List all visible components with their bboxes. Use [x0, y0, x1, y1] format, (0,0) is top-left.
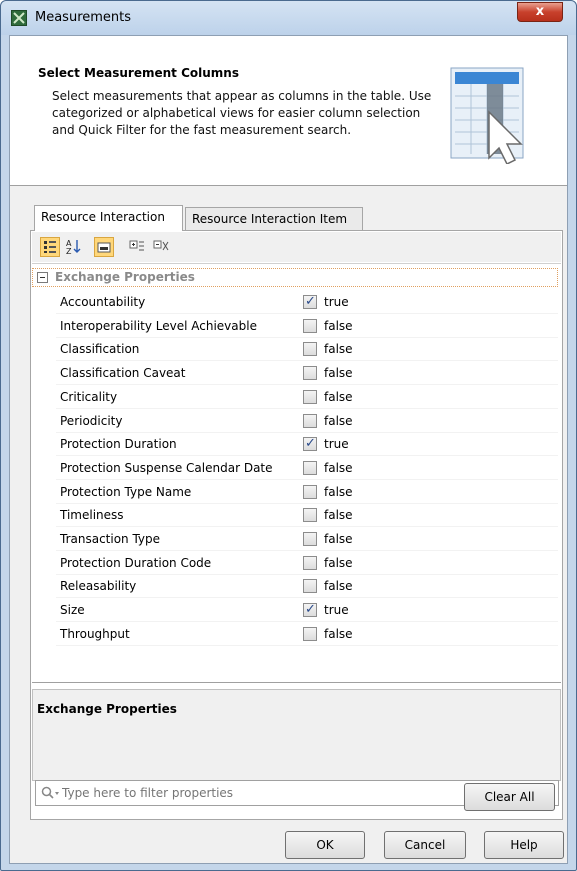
property-name: Periodicity [60, 413, 123, 428]
property-row[interactable]: Transaction Type false [56, 528, 558, 551]
header-description: Select measurements that appear as colum… [52, 89, 432, 137]
property-name: Throughput [60, 626, 130, 641]
alphabetical-sort-icon[interactable]: AZ [64, 237, 84, 257]
property-checkbox[interactable] [303, 508, 317, 523]
property-name: Size [60, 603, 85, 618]
group-label: Exchange Properties [55, 270, 195, 284]
window-title: Measurements [35, 10, 132, 25]
property-row[interactable]: Timeliness false [56, 504, 558, 528]
search-icon[interactable] [41, 786, 61, 800]
property-name: Releasability [60, 579, 137, 594]
toolbar: AZ [32, 232, 561, 262]
close-button[interactable]: x [517, 2, 563, 22]
property-checkbox[interactable] [303, 413, 317, 428]
title-bar[interactable]: Measurements x [1, 1, 576, 35]
property-checkbox[interactable] [303, 460, 317, 475]
property-checkbox[interactable] [303, 366, 317, 381]
property-checkbox[interactable] [303, 342, 317, 357]
dialog-header: Select Measurement Columns Select measur… [10, 36, 567, 186]
property-value: false [324, 484, 353, 499]
property-grid: Exchange Properties Accountability ✓ true I… [32, 263, 561, 683]
property-value: false [324, 318, 353, 333]
property-row[interactable]: Size ✓ true [56, 599, 558, 623]
property-row[interactable]: Protection Suspense Calendar Date false [56, 457, 558, 480]
property-row[interactable]: Classification Caveat false [56, 362, 558, 386]
property-value: false [324, 460, 353, 475]
tab-resource-interaction-item[interactable]: Resource Interaction Item [185, 207, 363, 231]
property-checkbox[interactable] [303, 318, 317, 333]
property-checkbox[interactable] [303, 555, 317, 570]
property-row[interactable]: Classification false [56, 338, 558, 362]
property-value: true [324, 437, 349, 452]
property-row[interactable]: Periodicity false [56, 410, 558, 433]
help-button[interactable]: Help [484, 831, 564, 859]
property-checkbox[interactable] [303, 579, 317, 594]
property-row[interactable]: Accountability ✓ true [56, 291, 558, 314]
property-checkbox[interactable] [303, 484, 317, 499]
tab-panel: AZ Exchange Properties Accountability ✓ tr… [30, 230, 563, 820]
property-value: false [324, 508, 353, 523]
property-name: Classification Caveat [60, 366, 186, 381]
show-description-icon[interactable] [94, 237, 114, 257]
property-checkbox[interactable]: ✓ [303, 436, 317, 452]
property-value: false [324, 413, 353, 428]
property-value: true [324, 603, 349, 618]
property-row[interactable]: Protection Duration ✓ true [56, 433, 558, 457]
property-value: false [324, 342, 353, 357]
checkmark-icon: ✓ [305, 294, 316, 309]
property-row[interactable]: Throughput false [56, 623, 558, 646]
group-exchange-properties[interactable]: Exchange Properties [32, 268, 558, 287]
property-name: Classification [60, 342, 140, 357]
property-name: Protection Type Name [60, 484, 192, 499]
dialog-client-area: Select Measurement Columns Select measur… [9, 35, 568, 864]
app-icon [11, 10, 27, 26]
ok-button[interactable]: OK [285, 831, 365, 859]
property-name: Accountability [60, 295, 146, 309]
property-checkbox[interactable] [303, 626, 317, 641]
property-checkbox[interactable]: ✓ [303, 602, 317, 618]
property-value: false [324, 555, 353, 570]
collapse-toggle-icon[interactable] [37, 272, 48, 283]
property-value: false [324, 579, 353, 594]
property-value: false [324, 532, 353, 546]
collapse-all-icon[interactable] [152, 237, 172, 257]
property-value: false [324, 626, 353, 641]
property-checkbox[interactable] [303, 532, 317, 546]
property-value: false [324, 389, 353, 404]
property-value: true [324, 295, 349, 309]
clear-all-button[interactable]: Clear All [464, 783, 555, 811]
cancel-button[interactable]: Cancel [384, 831, 466, 859]
measurements-dialog: Measurements x Select Measurement Column… [0, 0, 577, 871]
property-checkbox[interactable] [303, 389, 317, 404]
property-name: Protection Duration Code [60, 555, 212, 570]
property-value: false [324, 366, 353, 381]
property-row[interactable]: Criticality false [56, 386, 558, 409]
property-row[interactable]: Protection Duration Code false [56, 552, 558, 575]
checkmark-icon: ✓ [305, 602, 316, 618]
property-row[interactable]: Interoperability Level Achievable false [56, 315, 558, 338]
property-name: Criticality [60, 389, 118, 404]
close-icon: x [535, 4, 545, 19]
property-name: Interoperability Level Achievable [60, 318, 257, 333]
svg-text:Z: Z [66, 247, 72, 255]
property-row[interactable]: Releasability false [56, 575, 558, 599]
description-title: Exchange Properties [37, 702, 177, 716]
description-panel: Exchange Properties [32, 689, 561, 781]
expand-all-icon[interactable] [128, 237, 148, 257]
property-name: Transaction Type [60, 532, 161, 546]
property-name: Timeliness [60, 508, 124, 523]
property-row[interactable]: Protection Type Name false [56, 481, 558, 504]
header-title: Select Measurement Columns [38, 66, 239, 80]
tab-resource-interaction[interactable]: Resource Interaction [34, 205, 183, 231]
property-checkbox[interactable]: ✓ [303, 294, 317, 309]
categorized-view-icon[interactable] [40, 237, 60, 257]
checkmark-icon: ✓ [305, 436, 316, 452]
property-name: Protection Suspense Calendar Date [60, 460, 273, 475]
table-columns-cursor-icon [447, 62, 527, 166]
property-name: Protection Duration [60, 437, 177, 452]
